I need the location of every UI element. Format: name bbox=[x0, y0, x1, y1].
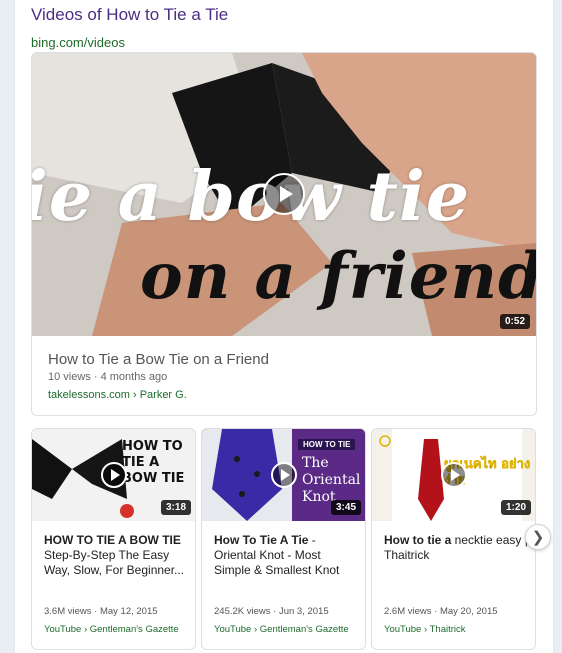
duration-badge: 1:20 bbox=[500, 500, 531, 515]
video-thumbnail[interactable]: HOW TO TIE The Oriental Knot 3:45 bbox=[202, 429, 365, 521]
featured-video-thumbnail[interactable]: ie a bow tie on a friend 0:52 bbox=[32, 53, 537, 336]
video-title-rest: Step-By-Step The Easy Way, Slow, For Beg… bbox=[44, 548, 185, 577]
featured-video-card[interactable]: ie a bow tie on a friend 0:52 How to Tie… bbox=[31, 52, 537, 416]
play-icon[interactable] bbox=[101, 462, 127, 488]
video-card[interactable]: ผูกเนคไท อย่างง่าย 1:20 How to tie a nec… bbox=[371, 428, 536, 650]
section-title[interactable]: Videos of How to Tie a Tie bbox=[31, 5, 228, 25]
video-source[interactable]: YouTube › Gentleman's Gazette bbox=[44, 624, 179, 635]
thumbnail-text: HOW TO TIE A BOW TIE bbox=[122, 439, 185, 486]
thumbnail-label: HOW TO TIE bbox=[298, 439, 356, 450]
duration-badge: 3:18 bbox=[160, 500, 191, 515]
video-title-bold: How To Tie A Tie bbox=[214, 533, 309, 547]
section-source[interactable]: bing.com/videos bbox=[31, 35, 125, 50]
video-title[interactable]: How To Tie A Tie - Oriental Knot - Most … bbox=[214, 533, 359, 578]
video-title[interactable]: HOW TO TIE A BOW TIE Step-By-Step The Ea… bbox=[44, 533, 189, 578]
thumbnail-overlay-text: on a friend bbox=[140, 239, 537, 314]
thumbnail-text: The Oriental Knot bbox=[302, 455, 361, 505]
video-meta: 10 views · 4 months ago bbox=[48, 371, 168, 383]
video-source[interactable]: YouTube › Thaitrick bbox=[384, 624, 466, 635]
video-title[interactable]: How to tie a necktie easy | Thaitrick bbox=[384, 533, 529, 563]
play-icon[interactable] bbox=[441, 462, 467, 488]
video-title-bold: HOW TO TIE A BOW TIE bbox=[44, 533, 181, 547]
chevron-right-icon[interactable]: ❯ bbox=[525, 524, 551, 550]
video-thumbnail[interactable]: ผูกเนคไท อย่างง่าย 1:20 bbox=[372, 429, 535, 521]
video-title[interactable]: How to Tie a Bow Tie on a Friend bbox=[48, 351, 269, 368]
duration-badge: 3:45 bbox=[330, 500, 361, 515]
video-thumbnail[interactable]: HOW TO TIE A BOW TIE 3:18 bbox=[32, 429, 195, 521]
duration-badge: 0:52 bbox=[499, 314, 530, 329]
thumbnail-overlay-text: ie a bow tie bbox=[32, 157, 471, 237]
video-card[interactable]: HOW TO TIE The Oriental Knot 3:45 How To… bbox=[201, 428, 366, 650]
video-meta: 2.6M views · May 20, 2015 bbox=[384, 606, 498, 617]
video-source[interactable]: YouTube › Gentleman's Gazette bbox=[214, 624, 349, 635]
video-source[interactable]: takelessons.com › Parker G. bbox=[48, 389, 187, 401]
video-meta: 3.6M views · May 12, 2015 bbox=[44, 606, 158, 617]
play-icon[interactable] bbox=[271, 462, 297, 488]
video-title-bold: How to tie a bbox=[384, 533, 452, 547]
video-meta: 245.2K views · Jun 3, 2015 bbox=[214, 606, 329, 617]
play-icon[interactable] bbox=[263, 173, 305, 215]
video-card[interactable]: HOW TO TIE A BOW TIE 3:18 HOW TO TIE A B… bbox=[31, 428, 196, 650]
